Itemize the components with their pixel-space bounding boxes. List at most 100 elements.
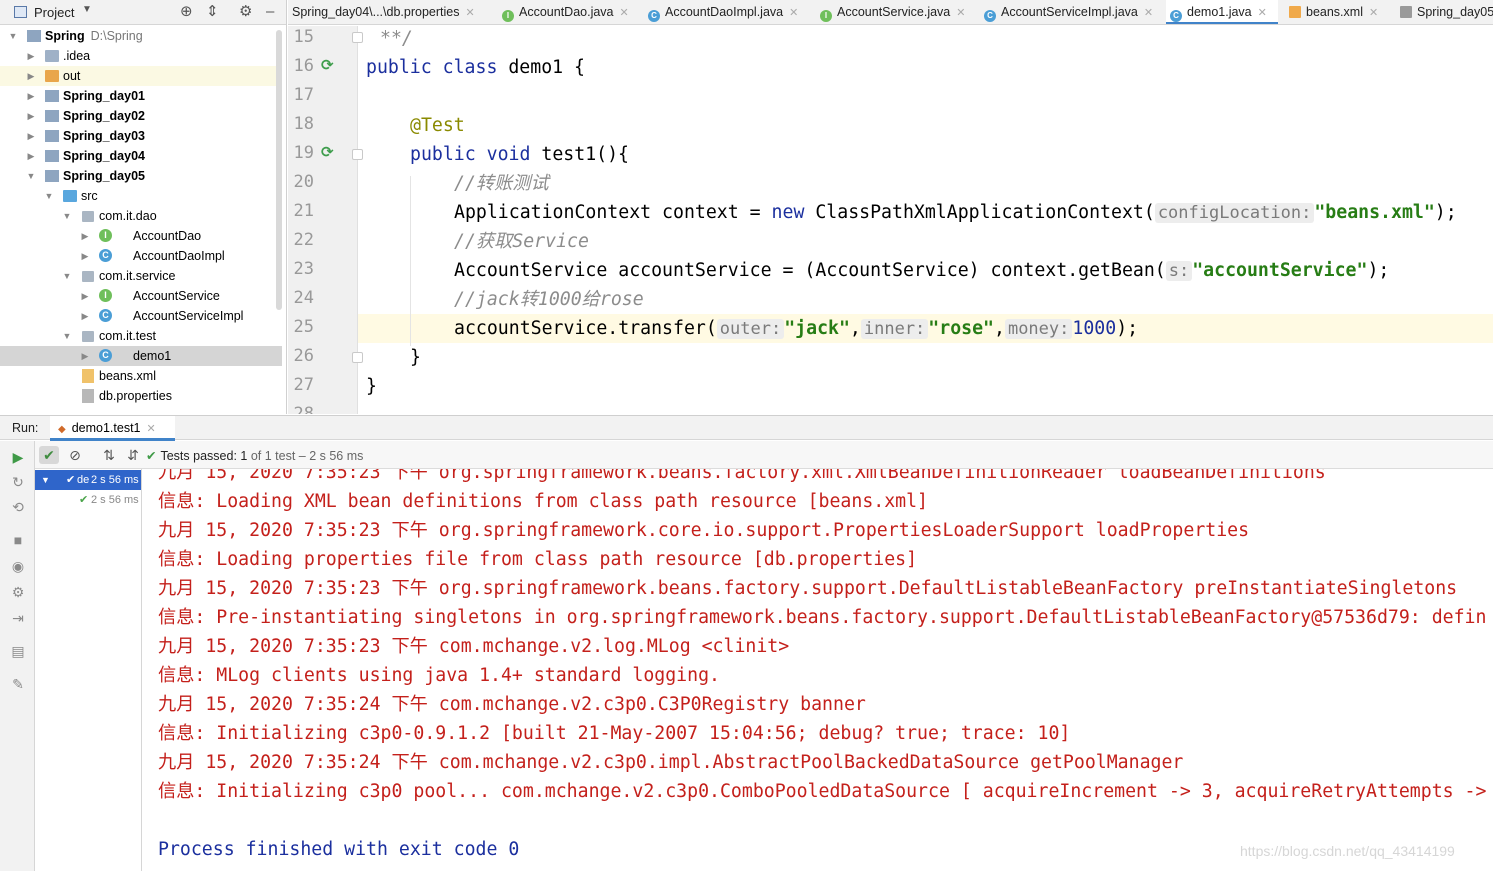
code-area[interactable]: **/ public class demo1 { @Test public vo… [366,26,1493,414]
chevron-down-icon[interactable]: ▼ [62,206,72,226]
tab-run-demo1-test1[interactable]: ◆ demo1.test1 ✕ [50,416,175,441]
locate-icon[interactable]: ⊕ [180,3,193,21]
run-test-class-icon[interactable]: ⟳ [321,56,334,74]
chevron-right-icon[interactable]: ▶ [80,286,90,306]
tab-accountdao[interactable]: I AccountDao.java ✕ [498,0,629,24]
tree-item-com-it-test[interactable]: ▼ com.it.test [0,326,282,346]
toggle-auto-test-icon[interactable]: ⟲ [10,499,26,515]
gear-icon[interactable]: ⚙ [239,3,252,21]
chevron-down-icon[interactable]: ▼ [44,186,54,206]
sort-icon[interactable]: ⇅ [99,446,119,464]
run-config-icon: ◆ [58,424,66,435]
code-token: } [366,376,377,397]
show-ignored-icon[interactable]: ⊘ [65,446,85,464]
chevron-down-icon[interactable]: ▼ [26,166,36,186]
show-passed-icon[interactable]: ✔ [39,446,59,464]
tree-item-accountdao[interactable]: ▶ I AccountDao [0,226,282,246]
tree-item-accountservice[interactable]: ▶ I AccountService [0,286,282,306]
code-editor[interactable]: 15 16 17 18 19 20 21 22 23 24 25 26 27 2… [288,26,1493,414]
chevron-right-icon[interactable]: ▶ [26,126,36,146]
fold-icon[interactable] [352,352,363,363]
project-view-selector[interactable]: Project [34,5,74,20]
tree-item-idea[interactable]: ▶ .idea [0,46,282,66]
exit-icon[interactable]: ⇥ [10,610,26,626]
stop-icon[interactable]: ■ [10,532,26,548]
module-icon [45,130,59,142]
line-number: 23 [293,259,314,279]
tab-label: AccountServiceImpl.java [1001,5,1138,19]
tab-accountdaoimpl[interactable]: C AccountDaoImpl.java ✕ [644,0,798,24]
fold-icon[interactable] [352,32,363,43]
tree-item-com-it-service[interactable]: ▼ com.it.service [0,266,282,286]
chevron-down-icon[interactable]: ▼ [62,266,72,286]
test-row-root[interactable]: ▼ ✔ de 2 s 56 ms [35,470,141,490]
close-icon[interactable]: ✕ [1369,7,1378,19]
line-number: 24 [293,288,314,308]
tab-label: AccountService.java [837,5,951,19]
rerun-icon[interactable]: ▶ [10,449,26,465]
rerun-failed-icon[interactable]: ↻ [10,474,26,490]
tree-item-spring-day02[interactable]: ▶ Spring_day02 [0,106,282,126]
code-token: ClassPathXmlApplicationContext( [804,202,1155,223]
camera-icon[interactable]: ◉ [10,558,26,574]
check-icon: ✔ [66,474,76,486]
tree-item-spring-root[interactable]: ▼ Spring D:\Spring [0,26,282,46]
chevron-right-icon[interactable]: ▶ [80,346,90,366]
fold-icon[interactable] [352,149,363,160]
close-icon[interactable]: ✕ [1144,7,1153,19]
tab-accountservice[interactable]: I AccountService.java ✕ [816,0,965,24]
collapse-all-icon[interactable]: ⇕ [206,3,219,21]
tree-item-beans-xml[interactable]: beans.xml [0,366,282,386]
chevron-right-icon[interactable]: ▶ [26,106,36,126]
chevron-right-icon[interactable]: ▶ [26,146,36,166]
chevron-down-icon[interactable]: ▼ [41,470,50,490]
test-row-test1[interactable]: ✔ 2 s 56 ms [35,490,141,510]
close-icon[interactable]: ✕ [1258,7,1267,19]
package-icon [82,331,94,342]
code-token: ); [1116,318,1139,339]
sort-duration-icon[interactable]: ⇵ [123,446,143,464]
close-icon[interactable]: ✕ [147,423,156,435]
layout-icon[interactable]: ▤ [10,643,26,659]
test-duration: 2 s 56 ms [91,474,139,486]
tab-label: demo1.java [1187,5,1252,19]
chevron-right-icon[interactable]: ▶ [26,46,36,66]
settings-icon[interactable]: ⚙ [10,584,26,600]
close-icon[interactable]: ✕ [789,7,798,19]
close-icon[interactable]: ✕ [956,7,965,19]
tree-item-spring-day05[interactable]: ▼ Spring_day05 [0,166,282,186]
chevron-right-icon[interactable]: ▶ [26,86,36,106]
tab-spring-day05[interactable]: Spring_day05 [1396,0,1493,24]
tree-item-demo1[interactable]: ▶ C demo1 [0,346,282,366]
chevron-down-icon[interactable]: ▼ [82,4,92,15]
run-test-method-icon[interactable]: ⟳ [321,143,334,161]
code-token: , [849,318,861,339]
chevron-right-icon[interactable]: ▶ [80,246,90,266]
tree-item-out[interactable]: ▶ out [0,66,282,86]
chevron-down-icon[interactable]: ▼ [8,26,18,46]
line-number: 20 [293,172,314,192]
chevron-right-icon[interactable]: ▶ [26,66,36,86]
tab-db-properties[interactable]: Spring_day04\...\db.properties ✕ [288,0,475,24]
chevron-right-icon[interactable]: ▶ [80,226,90,246]
tab-demo1[interactable]: Cdemo1.java ✕ [1166,0,1278,24]
hide-panel-icon[interactable]: – [266,3,274,21]
close-icon[interactable]: ✕ [620,7,629,19]
tree-item-spring-day04[interactable]: ▶ Spring_day04 [0,146,282,166]
tree-item-accountdaoimpl[interactable]: ▶ C AccountDaoImpl [0,246,282,266]
chevron-right-icon[interactable]: ▶ [80,306,90,326]
tree-item-db-properties[interactable]: db.properties [0,386,282,406]
close-icon[interactable]: ✕ [465,7,474,19]
tab-beans-xml[interactable]: beans.xml ✕ [1285,0,1378,24]
chevron-down-icon[interactable]: ▼ [62,326,72,346]
console-output[interactable]: 九月 15, 2020 7:35:23 下午 org.springframewo… [143,469,1493,871]
tree-item-src[interactable]: ▼ src [0,186,282,206]
tree-item-accountserviceimpl[interactable]: ▶ C AccountServiceImpl [0,306,282,326]
tree-label: Spring [45,29,85,43]
tab-accountserviceimpl[interactable]: C AccountServiceImpl.java ✕ [980,0,1153,24]
pin-icon[interactable]: ✎ [10,676,26,692]
project-tree-scrollbar[interactable] [276,30,282,310]
tree-item-spring-day03[interactable]: ▶ Spring_day03 [0,126,282,146]
tree-item-spring-day01[interactable]: ▶ Spring_day01 [0,86,282,106]
tree-item-com-it-dao[interactable]: ▼ com.it.dao [0,206,282,226]
